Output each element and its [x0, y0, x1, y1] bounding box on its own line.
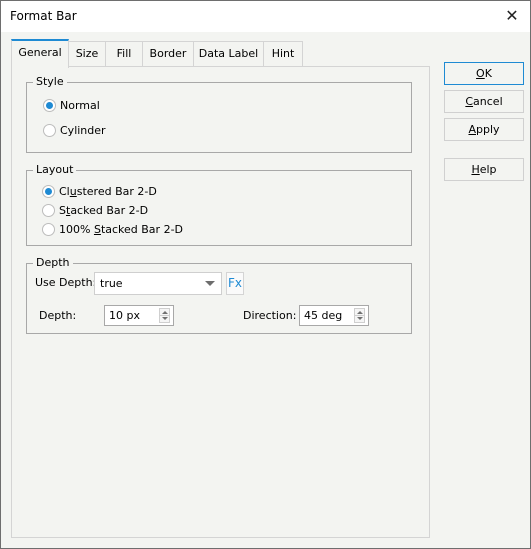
spin-up-icon[interactable] [357, 311, 363, 314]
radio-checked-icon[interactable] [43, 99, 56, 112]
style-cylinder-radio[interactable]: Cylinder [43, 124, 106, 137]
spin-buttons[interactable] [159, 308, 170, 323]
spin-buttons[interactable] [354, 308, 365, 323]
layout-group-label: Layout [33, 163, 77, 176]
layout-100-stacked-radio[interactable]: 100% Stacked Bar 2-D [42, 223, 183, 236]
layout-stacked-radio[interactable]: Stacked Bar 2-D [42, 204, 148, 217]
label-part: acked Bar 2-D [70, 204, 149, 217]
style-normal-label: Normal [60, 99, 100, 112]
close-icon[interactable]: ✕ [502, 6, 522, 26]
use-depth-value: true [100, 277, 123, 290]
label-part: 100% [59, 223, 94, 236]
label-part: K [484, 67, 492, 80]
cancel-button[interactable]: Cancel [444, 90, 524, 113]
tab-size[interactable]: Size [68, 41, 106, 67]
direction-spinner[interactable]: 45 deg [299, 305, 369, 326]
mnemonic: H [471, 163, 480, 176]
layout-stacked-label: Stacked Bar 2-D [59, 204, 148, 217]
mnemonic: O [476, 67, 485, 80]
use-depth-label: Use Depth: [35, 276, 97, 289]
label-part: stered Bar 2-D [76, 185, 157, 198]
style-normal-radio[interactable]: Normal [43, 99, 100, 112]
label-part: elp [479, 163, 497, 176]
tab-border[interactable]: Border [142, 41, 194, 67]
spin-divider [160, 315, 169, 316]
depth-label: Depth: [39, 309, 77, 322]
label-part: ancel [473, 95, 503, 108]
direction-label: Direction: [243, 309, 297, 322]
depth-value: 10 px [109, 309, 140, 322]
help-button[interactable]: Help [444, 158, 524, 181]
style-cylinder-label: Cylinder [60, 124, 106, 137]
label-part: pply [476, 123, 500, 136]
spin-down-icon[interactable] [162, 317, 168, 320]
mnemonic: S [93, 223, 101, 236]
layout-100-stacked-label: 100% Stacked Bar 2-D [59, 223, 183, 236]
spin-divider [355, 315, 364, 316]
tab-general[interactable]: General [11, 39, 69, 68]
apply-button[interactable]: Apply [444, 118, 524, 141]
mnemonic: C [465, 95, 474, 108]
mnemonic: A [468, 123, 476, 136]
tab-fill[interactable]: Fill [105, 41, 143, 67]
tab-hint[interactable]: Hint [263, 41, 303, 67]
style-group-label: Style [33, 75, 67, 88]
label-part: Cl [59, 185, 70, 198]
radio-unchecked-icon[interactable] [42, 204, 55, 217]
radio-unchecked-icon[interactable] [42, 223, 55, 236]
radio-unchecked-icon[interactable] [43, 124, 56, 137]
use-depth-dropdown[interactable]: true [94, 272, 222, 295]
format-bar-dialog: Format Bar ✕ General Size Fill Border Da… [0, 0, 531, 549]
radio-checked-icon[interactable] [42, 185, 55, 198]
style-group: Style [26, 75, 412, 153]
layout-clustered-label: Clustered Bar 2-D [59, 185, 157, 198]
depth-group-label: Depth [33, 256, 73, 269]
label-part: tacked Bar 2-D [100, 223, 184, 236]
depth-spinner[interactable]: 10 px [104, 305, 174, 326]
mnemonic: u [69, 185, 77, 198]
dialog-title: Format Bar [10, 9, 77, 23]
label-part: S [59, 204, 66, 217]
title-bar: Format Bar ✕ [1, 1, 530, 32]
spin-up-icon[interactable] [162, 311, 168, 314]
chevron-down-icon[interactable] [199, 273, 221, 294]
tab-data-label[interactable]: Data Label [193, 41, 264, 67]
fx-formula-button[interactable]: Fx [226, 272, 244, 295]
layout-clustered-radio[interactable]: Clustered Bar 2-D [42, 185, 157, 198]
direction-value: 45 deg [304, 309, 343, 322]
spin-down-icon[interactable] [357, 317, 363, 320]
ok-button[interactable]: OK [444, 62, 524, 85]
